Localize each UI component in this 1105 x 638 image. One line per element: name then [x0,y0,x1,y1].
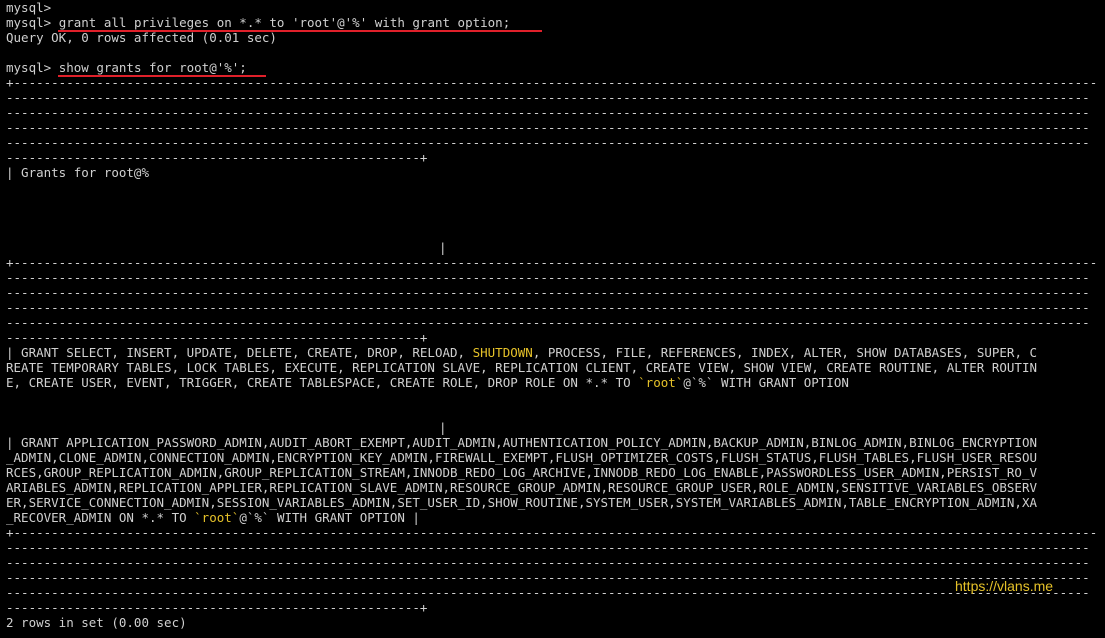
table-border: ----------------------------------------… [6,330,428,345]
table-border: +---------------------------------------… [6,255,1098,270]
table-border: ----------------------------------------… [6,120,1090,135]
prompt-line: mysql> [6,0,52,15]
prompt: mysql> [6,60,59,75]
table-border: ----------------------------------------… [6,585,1090,600]
table-header: | Grants for root@% [6,165,149,180]
table-row: | GRANT SELECT, INSERT, UPDATE, DELETE, … [6,345,1103,360]
table-border: ----------------------------------------… [6,135,1090,150]
table-pipe: | [439,420,447,435]
table-border: ----------------------------------------… [6,105,1090,120]
terminal-window[interactable]: mysql> mysql> grant all privileges on *.… [0,0,1105,638]
row-text: WITH GRANT OPTION [713,375,849,390]
table-row-wrap: REATE TEMPORARY TABLES, LOCK TABLES, EXE… [6,360,1038,375]
table-border: ----------------------------------------… [6,270,1090,285]
table-border: ----------------------------------------… [6,90,1090,105]
table-border: ----------------------------------------… [6,150,428,165]
table-row-wrap: ER,SERVICE_CONNECTION_ADMIN,SESSION_VARI… [6,495,1038,510]
row-text: _RECOVER_ADMIN ON *.* TO [6,510,195,525]
table-row-wrap: E, CREATE USER, EVENT, TRIGGER, CREATE T… [6,375,1103,390]
table-border: +---------------------------------------… [6,525,1098,540]
command-text: show grants for root@'%'; [58,60,247,75]
prompt: mysql> [6,15,59,30]
table-border: ----------------------------------------… [6,600,428,615]
table-border: ----------------------------------------… [6,300,1090,315]
query-result-line: Query OK, 0 rows affected (0.01 sec) [6,30,277,45]
table-row-wrap: _RECOVER_ADMIN ON *.* TO `root`@`%` WITH… [6,510,1103,525]
command-grant-line: mysql> grant all privileges on *.* to 'r… [6,15,1103,30]
rows-in-set-line: 2 rows in set (0.00 sec) [6,615,187,630]
row-text: | GRANT SELECT, INSERT, UPDATE, DELETE, … [6,345,473,360]
row-text: , PROCESS, FILE, REFERENCES, INDEX, ALTE… [532,345,1038,360]
watermark: https://vlans.me [955,578,1054,594]
table-row-wrap: ARIABLES_ADMIN,REPLICATION_APPLIER,REPLI… [6,480,1038,495]
table-border: ----------------------------------------… [6,570,1090,585]
user-root: `root` [194,510,240,525]
table-row-wrap: _ADMIN,CLONE_ADMIN,CONNECTION_ADMIN,ENCR… [6,450,1038,465]
command-show-grants-line: mysql> show grants for root@'%'; [6,60,1103,75]
table-border: ----------------------------------------… [6,285,1090,300]
row-text: WITH GRANT OPTION | [269,510,420,525]
shutdown-keyword: SHUTDOWN [472,345,533,360]
command-text: grant all privileges on *.* to 'root'@'%… [58,15,511,30]
table-border: ----------------------------------------… [6,555,1090,570]
table-border: ----------------------------------------… [6,315,1090,330]
host-pct: @`%` [683,375,714,390]
row-text: E, CREATE USER, EVENT, TRIGGER, CREATE T… [6,375,639,390]
table-border: +---------------------------------------… [6,75,1098,90]
table-pipe: | [439,240,447,255]
table-row: | GRANT APPLICATION_PASSWORD_ADMIN,AUDIT… [6,435,1038,450]
host-pct: @`%` [239,510,270,525]
table-row-wrap: RCES,GROUP_REPLICATION_ADMIN,GROUP_REPLI… [6,465,1038,480]
user-root: `root` [638,375,684,390]
table-border: ----------------------------------------… [6,540,1090,555]
